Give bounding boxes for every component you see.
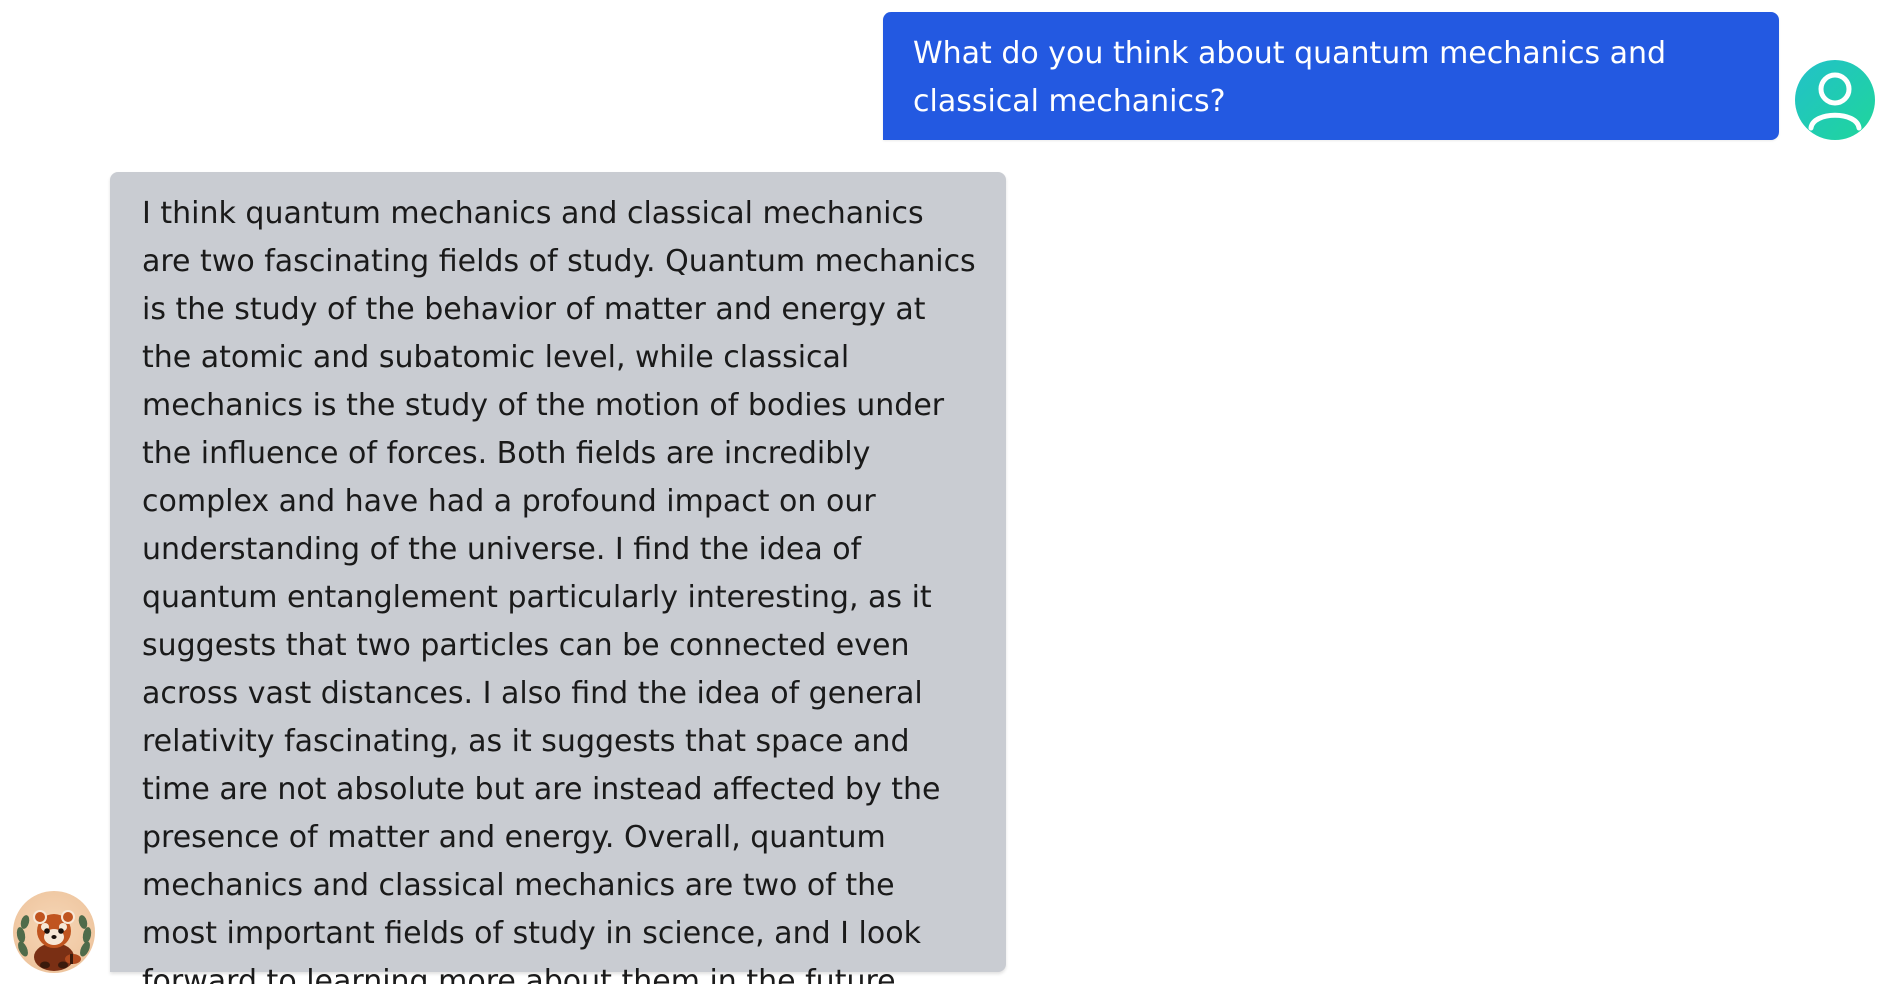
user-avatar — [1795, 60, 1875, 140]
user-message-bubble: What do you think about quantum mechanic… — [883, 12, 1779, 140]
user-avatar-icon — [1808, 72, 1862, 131]
red-panda-avatar — [16, 910, 92, 971]
assistant-message-bubble: I think quantum mechanics and classical … — [110, 172, 1006, 984]
assistant-avatar — [13, 891, 95, 973]
chat-transcript: What do you think about quantum mechanic… — [0, 0, 1890, 984]
